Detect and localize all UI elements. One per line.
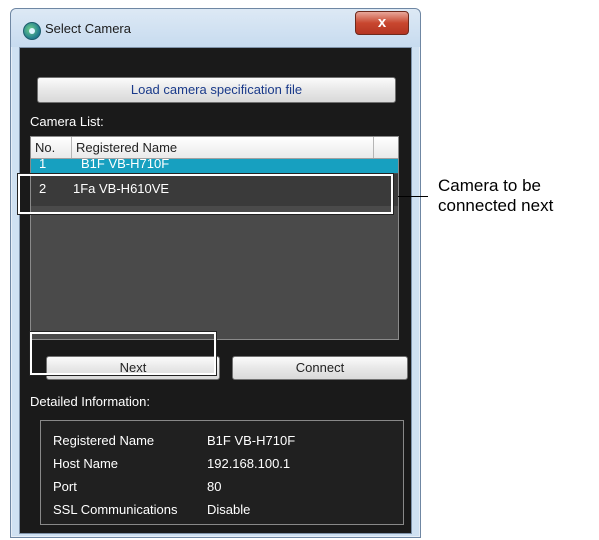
camera-app-icon bbox=[23, 22, 41, 40]
close-button[interactable]: x bbox=[355, 11, 409, 35]
column-header-no[interactable]: No. bbox=[31, 137, 72, 158]
detail-key: Port bbox=[53, 479, 77, 494]
camera-row-no: 1 bbox=[39, 159, 47, 171]
detail-key: SSL Communications bbox=[53, 502, 178, 517]
callout-line-1: Camera to be bbox=[438, 176, 541, 195]
select-camera-window: Select Camera x Load camera specificatio… bbox=[10, 8, 421, 538]
detail-key: Host Name bbox=[53, 456, 119, 471]
callout-text: Camera to be connected next bbox=[438, 176, 598, 216]
callout-leader-line bbox=[398, 196, 428, 197]
detail-value: Disable bbox=[207, 502, 251, 517]
dialog-body: Load camera specification file Camera Li… bbox=[19, 47, 412, 534]
window-title: Select Camera bbox=[45, 21, 131, 36]
detail-key: Registered Name bbox=[53, 433, 155, 448]
detail-value: B1F VB-H710F bbox=[207, 433, 296, 448]
camera-row-selected[interactable]: 1 B1F VB-H710F bbox=[31, 159, 398, 173]
next-camera-highlight-box bbox=[17, 173, 394, 215]
detail-value: 192.168.100.1 bbox=[207, 456, 291, 471]
next-button-highlight-box bbox=[29, 331, 217, 376]
callout-line-2: connected next bbox=[438, 196, 554, 215]
detailed-information-label: Detailed Information: bbox=[30, 394, 150, 409]
detail-value: 80 bbox=[207, 479, 222, 494]
detailed-information-panel: Registered Name B1F VB-H710F Host Name 1… bbox=[40, 420, 404, 525]
camera-list[interactable]: No. Registered Name 1 B1F VB-H710F 2 1Fa… bbox=[30, 136, 399, 340]
camera-list-header: No. Registered Name bbox=[31, 137, 398, 159]
camera-row-name: B1F VB-H710F bbox=[81, 159, 170, 171]
title-bar[interactable]: Select Camera x bbox=[11, 9, 420, 47]
camera-list-label: Camera List: bbox=[30, 114, 104, 129]
load-spec-file-button[interactable]: Load camera specification file bbox=[37, 77, 396, 103]
connect-button[interactable]: Connect bbox=[232, 356, 408, 380]
column-header-registered-name[interactable]: Registered Name bbox=[72, 137, 374, 158]
column-header-filler bbox=[374, 137, 398, 158]
